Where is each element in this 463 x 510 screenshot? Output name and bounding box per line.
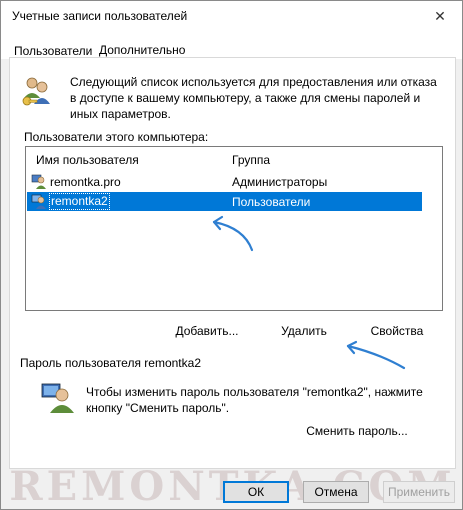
password-instructions: Чтобы изменить пароль пользователя "remo… [86,385,423,415]
user-password-icon [41,383,74,413]
user-group: Пользователи [232,195,311,209]
add-user-button[interactable]: Добавить... [152,320,262,342]
user-name: remontka2 [49,193,110,210]
users-icon [22,77,50,106]
user-group: Администраторы [232,175,328,189]
description-text: Следующий список используется для предос… [70,75,437,121]
users-list-label: Пользователи этого компьютера: [24,130,209,144]
user-admin-icon [31,174,46,189]
annotation-arrow-icon [212,215,254,252]
column-header-group[interactable]: Группа [232,153,270,167]
users-tab-panel: Следующий список используется для предос… [9,57,456,469]
password-section-label: Пароль пользователя remontka2 [20,356,201,370]
change-password-button[interactable]: Сменить пароль... [282,420,432,442]
close-icon[interactable]: ✕ [418,1,462,31]
user-name: remontka.pro [50,175,121,189]
annotation-arrow-icon [346,340,406,370]
window-title: Учетные записи пользователей [12,9,188,23]
column-header-name[interactable]: Имя пользователя [36,153,139,167]
cancel-button[interactable]: Отмена [303,481,369,503]
user-icon [31,194,46,209]
remove-user-button[interactable]: Удалить [264,320,344,342]
title-bar: Учетные записи пользователей ✕ [1,1,462,31]
user-accounts-dialog: Учетные записи пользователей ✕ Пользоват… [0,0,463,510]
ok-button[interactable]: ОК [223,481,289,503]
tab-strip: Пользователи Дополнительно [1,31,462,59]
list-item[interactable]: remontka.pro Администраторы [27,172,422,191]
apply-button[interactable]: Применить [383,481,455,503]
